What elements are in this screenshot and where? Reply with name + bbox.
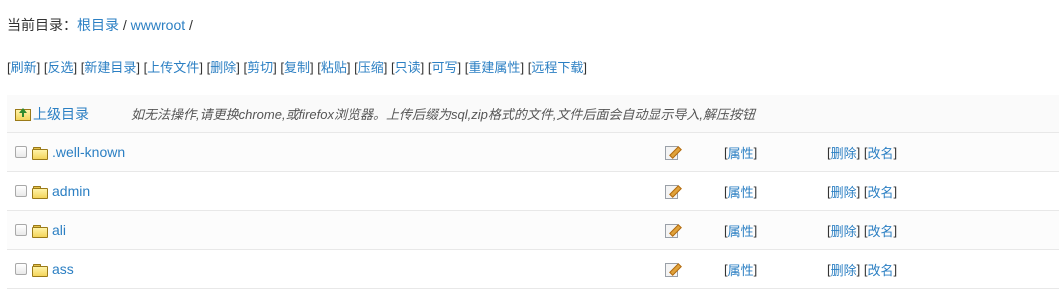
table-row: ali [属性] [删除] [改名] <box>7 211 1059 250</box>
attribute-cell: [属性] <box>724 260 758 279</box>
row-checkbox[interactable] <box>15 263 27 275</box>
toolbar-button[interactable]: 复制 <box>284 60 310 75</box>
breadcrumb-separator: / <box>119 17 131 33</box>
folder-icon <box>32 263 48 277</box>
toolbar-button[interactable]: 只读 <box>395 60 421 75</box>
row-checkbox-cell <box>15 250 27 288</box>
toolbar-button[interactable]: 压缩 <box>358 60 384 75</box>
attribute-link[interactable]: 属性 <box>728 221 754 240</box>
rename-link[interactable]: 改名 <box>868 182 894 201</box>
row-checkbox[interactable] <box>15 146 27 158</box>
edit-icon[interactable] <box>665 145 682 160</box>
delete-link[interactable]: 删除 <box>831 143 857 162</box>
edit-cell <box>665 172 682 210</box>
toolbar-button[interactable]: 粘贴 <box>321 60 347 75</box>
table-row: ass [属性] [删除] [改名] <box>7 250 1059 289</box>
actions-cell: [删除] [改名] <box>827 221 898 240</box>
rename-link[interactable]: 改名 <box>868 221 894 240</box>
actions-cell: [删除] [改名] <box>827 182 898 201</box>
delete-link[interactable]: 删除 <box>831 260 857 279</box>
parent-directory-label[interactable]: 上级目录 <box>33 104 89 124</box>
edit-cell <box>665 211 682 249</box>
folder-name-cell: .well-known <box>32 133 125 171</box>
toolbar-item[interactable]: [删除] <box>207 60 240 75</box>
table-row: .well-known [属性] [删除] [改名] <box>7 133 1059 172</box>
folder-name-link[interactable]: admin <box>52 183 90 199</box>
folder-name-cell: ali <box>32 211 66 249</box>
folder-icon <box>32 185 48 199</box>
toolbar-item[interactable]: [可写] <box>428 60 461 75</box>
toolbar-button[interactable]: 刷新 <box>11 60 37 75</box>
delete-link[interactable]: 删除 <box>831 221 857 240</box>
toolbar-item[interactable]: [复制] <box>280 60 313 75</box>
attribute-cell: [属性] <box>724 221 758 240</box>
toolbar-button[interactable]: 剪切 <box>247 60 273 75</box>
row-checkbox-cell <box>15 172 27 210</box>
edit-icon[interactable] <box>665 262 682 277</box>
toolbar-item[interactable]: [刷新] <box>7 60 40 75</box>
attribute-cell: [属性] <box>724 143 758 162</box>
file-list: 上级目录 如无法操作,请更换chrome,或firefox浏览器。上传后缀为sq… <box>7 95 1059 289</box>
folder-icon <box>32 224 48 238</box>
toolbar-button[interactable]: 新建目录 <box>84 60 136 75</box>
browser-notice: 如无法操作,请更换chrome,或firefox浏览器。上传后缀为sql,zip… <box>131 107 756 122</box>
toolbar-button[interactable]: 删除 <box>210 60 236 75</box>
toolbar-item[interactable]: [重建属性] <box>465 60 524 75</box>
toolbar-button[interactable]: 反选 <box>48 60 74 75</box>
row-checkbox[interactable] <box>15 185 27 197</box>
row-checkbox-cell <box>15 133 27 171</box>
folder-name-link[interactable]: ali <box>52 222 66 238</box>
row-checkbox-cell <box>15 211 27 249</box>
rename-link[interactable]: 改名 <box>868 143 894 162</box>
toolbar-item[interactable]: [反选] <box>44 60 77 75</box>
folder-name-link[interactable]: .well-known <box>52 144 125 160</box>
toolbar-button[interactable]: 远程下载 <box>531 60 583 75</box>
toolbar-button[interactable]: 可写 <box>432 60 458 75</box>
toolbar: [刷新] [反选] [新建目录] [上传文件] [删除] [剪切] [复制] [… <box>7 57 587 76</box>
table-row: admin [属性] [删除] [改名] <box>7 172 1059 211</box>
breadcrumb-separator-end: / <box>185 17 193 33</box>
breadcrumb-current-link[interactable]: wwwroot <box>131 17 185 33</box>
edit-icon[interactable] <box>665 184 682 199</box>
attribute-link[interactable]: 属性 <box>728 143 754 162</box>
toolbar-button[interactable]: 重建属性 <box>468 60 520 75</box>
toolbar-item[interactable]: [上传文件] <box>144 60 203 75</box>
attribute-link[interactable]: 属性 <box>728 182 754 201</box>
toolbar-button[interactable]: 上传文件 <box>147 60 199 75</box>
toolbar-item[interactable]: [远程下载] <box>528 60 587 75</box>
folder-icon <box>32 146 48 160</box>
edit-cell <box>665 133 682 171</box>
attribute-link[interactable]: 属性 <box>728 260 754 279</box>
actions-cell: [删除] [改名] <box>827 260 898 279</box>
toolbar-item[interactable]: [剪切] <box>243 60 276 75</box>
breadcrumb-prefix: 当前目录： <box>7 17 77 33</box>
folder-up-icon <box>15 107 31 121</box>
toolbar-item[interactable]: [粘贴] <box>317 60 350 75</box>
rename-link[interactable]: 改名 <box>868 260 894 279</box>
actions-cell: [删除] [改名] <box>827 143 898 162</box>
breadcrumb-root-link[interactable]: 根目录 <box>77 17 119 33</box>
folder-name-link[interactable]: ass <box>52 261 74 277</box>
delete-link[interactable]: 删除 <box>831 182 857 201</box>
row-checkbox[interactable] <box>15 224 27 236</box>
toolbar-item[interactable]: [新建目录] <box>81 60 140 75</box>
breadcrumb: 当前目录：根目录 / wwwroot / <box>7 15 193 35</box>
edit-cell <box>665 250 682 288</box>
edit-icon[interactable] <box>665 223 682 238</box>
toolbar-item[interactable]: [压缩] <box>354 60 387 75</box>
list-header-row: 上级目录 如无法操作,请更换chrome,或firefox浏览器。上传后缀为sq… <box>7 95 1059 133</box>
parent-directory-link[interactable]: 上级目录 <box>15 95 89 132</box>
toolbar-item[interactable]: [只读] <box>391 60 424 75</box>
folder-name-cell: admin <box>32 172 90 210</box>
folder-name-cell: ass <box>32 250 74 288</box>
attribute-cell: [属性] <box>724 182 758 201</box>
